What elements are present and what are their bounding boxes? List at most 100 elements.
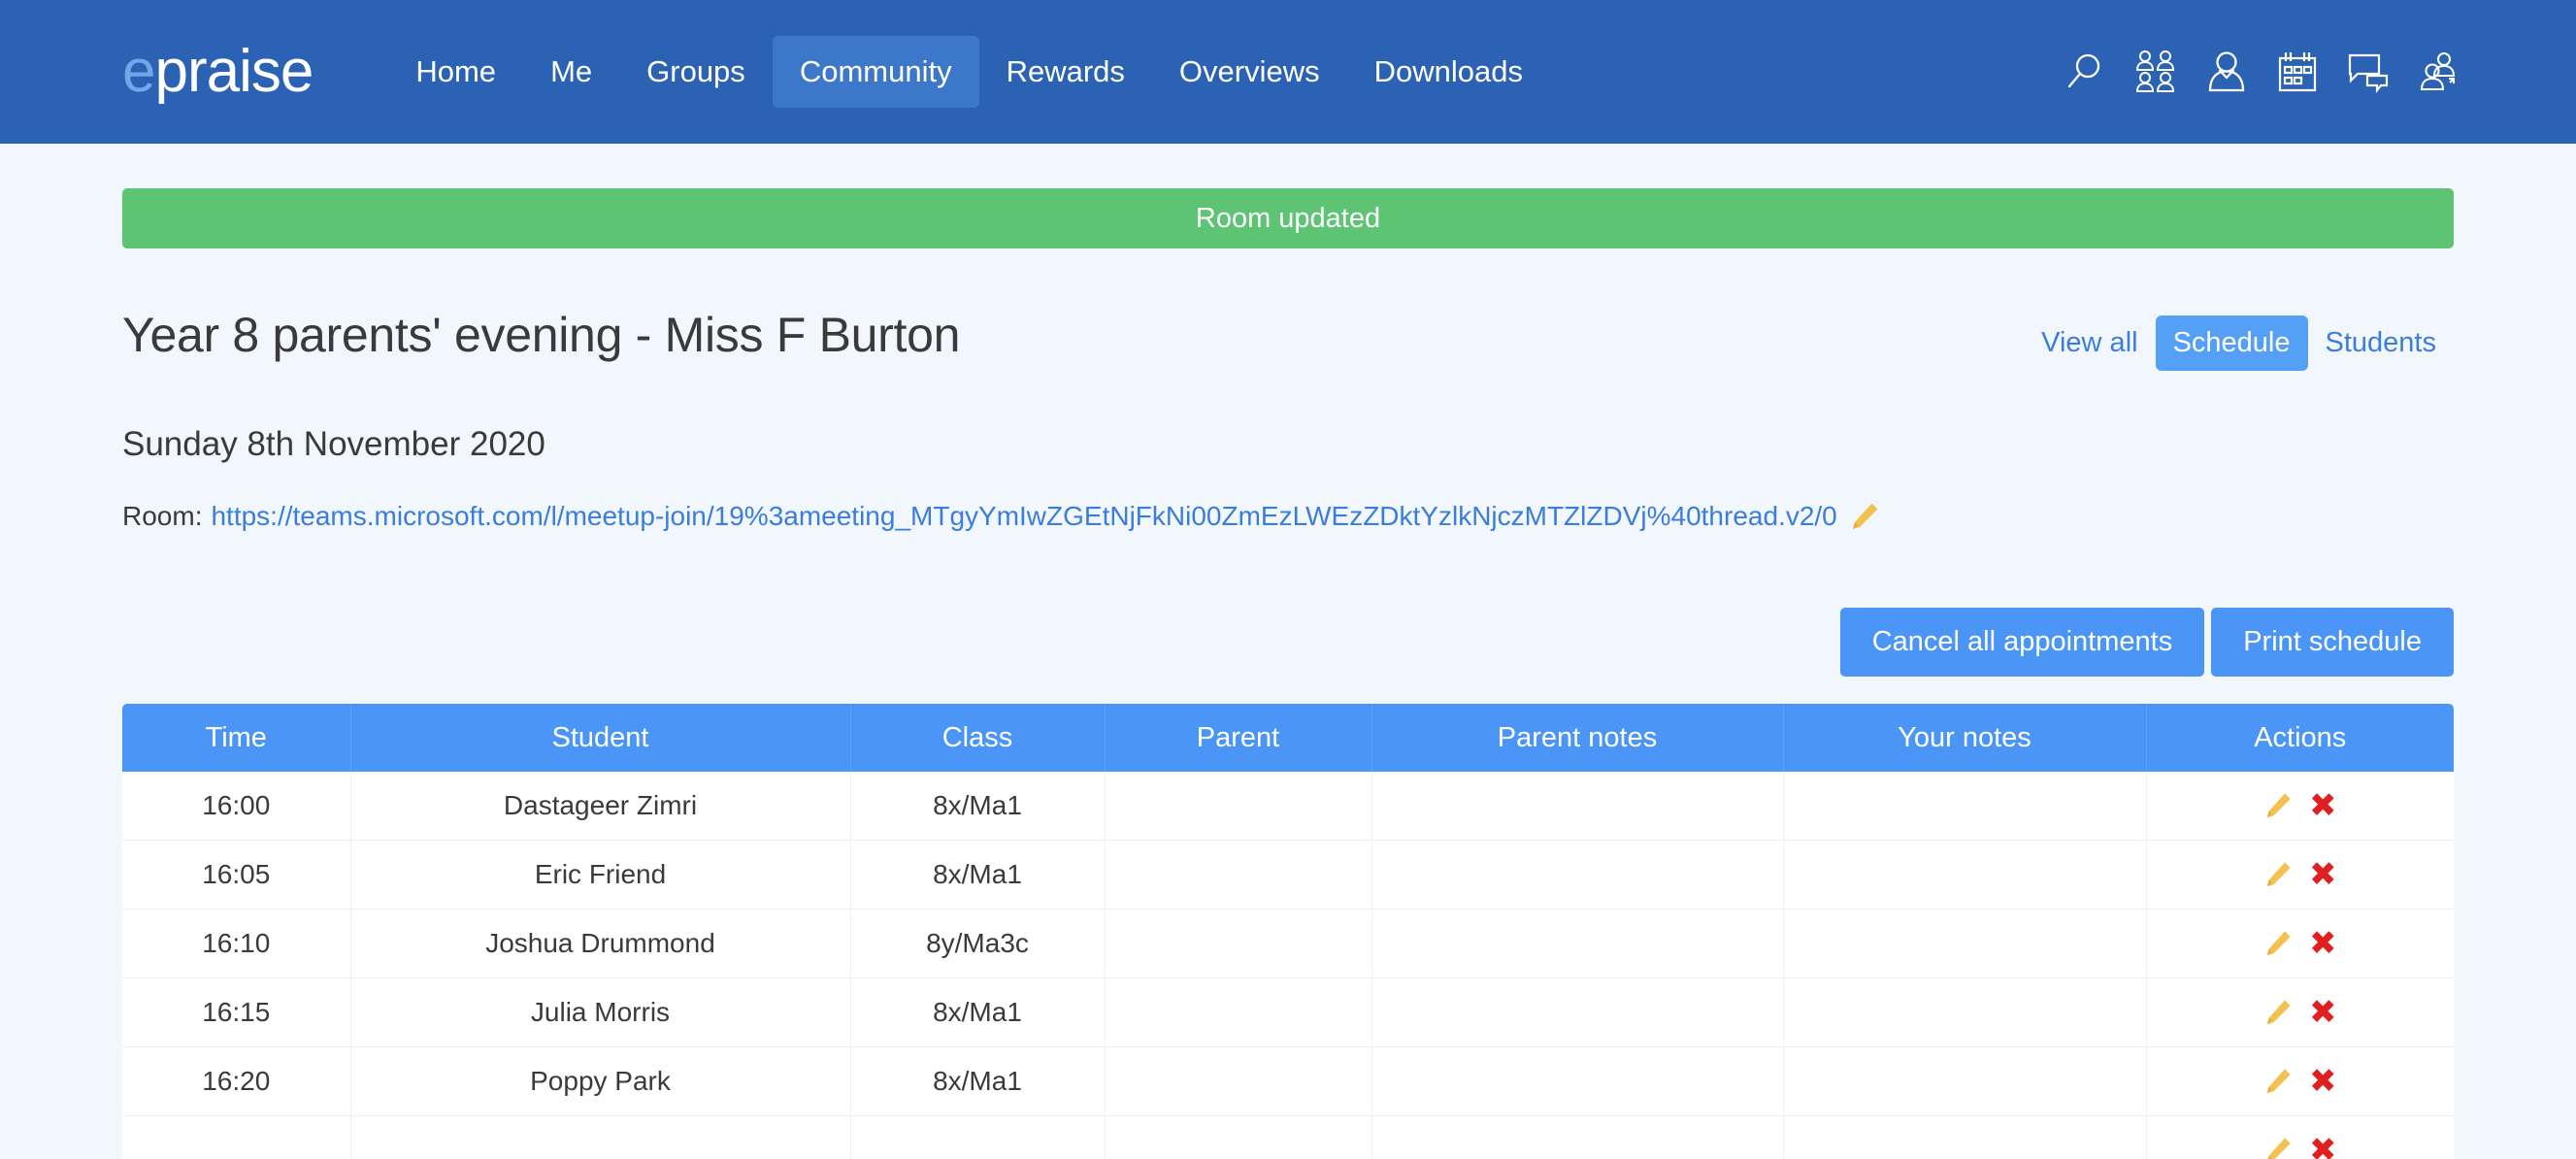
row-actions: ✖ — [2147, 978, 2455, 1046]
schedule-toolbar: Cancel all appointments Print schedule — [122, 608, 2454, 677]
cell-parent — [1105, 772, 1372, 841]
cross-icon[interactable]: ✖ — [2309, 858, 2337, 891]
tab-view-all[interactable]: View all — [2024, 315, 2155, 371]
tab-students[interactable]: Students — [2308, 315, 2454, 371]
cell-parent-notes — [1371, 772, 1784, 841]
table-row: 16:10 Joshua Drummond 8y/Ma3c ✖ — [122, 909, 2454, 978]
cell-actions: ✖ — [2146, 840, 2455, 910]
schedule-table-body: 16:00 Dastageer Zimri 8x/Ma1 ✖ 16:05 Eri… — [122, 772, 2454, 1159]
column-header-parent[interactable]: Parent — [1105, 704, 1372, 772]
cell-student: Poppy Park — [350, 1046, 851, 1116]
cell-actions: ✖ — [2146, 772, 2454, 841]
tab-schedule[interactable]: Schedule — [2155, 315, 2308, 371]
cross-icon[interactable]: ✖ — [2309, 1065, 2337, 1098]
calendar-icon[interactable] — [2275, 50, 2320, 94]
logo-text: praise — [154, 38, 314, 105]
epraise-logo[interactable]: epraise — [122, 42, 314, 102]
pencil-icon[interactable] — [2263, 929, 2293, 958]
switch-user-icon[interactable] — [2417, 50, 2461, 94]
cell-parent — [1105, 1046, 1372, 1116]
chat-bubbles-icon[interactable] — [2346, 50, 2391, 94]
event-date: Sunday 8th November 2020 — [122, 425, 545, 463]
pencil-icon[interactable] — [2263, 1067, 2293, 1096]
person-icon[interactable] — [2204, 50, 2249, 94]
cell-class: 8x/Ma1 — [850, 772, 1106, 841]
cell-parent — [1105, 977, 1372, 1047]
logo-accent-letter: e — [122, 38, 155, 105]
table-header-row: Time Student Class Parent Parent notes Y… — [122, 704, 2454, 772]
status-banner: Room updated — [122, 188, 2454, 248]
column-header-class[interactable]: Class — [850, 704, 1106, 772]
cell-your-notes — [1783, 1115, 2147, 1159]
table-row: 16:15 Julia Morris 8x/Ma1 ✖ — [122, 977, 2455, 1047]
cell-parent — [1105, 1115, 1372, 1159]
nav-item-home[interactable]: Home — [388, 36, 523, 108]
nav-item-downloads[interactable]: Downloads — [1347, 36, 1550, 108]
nav-item-groups[interactable]: Groups — [619, 36, 773, 108]
print-schedule-button[interactable]: Print schedule — [2211, 608, 2454, 677]
cell-time: 16:20 — [122, 1046, 351, 1116]
cell-student: Dastageer Zimri — [350, 772, 851, 841]
cell-your-notes — [1783, 909, 2147, 978]
cross-icon[interactable]: ✖ — [2309, 996, 2337, 1029]
view-tab-group: View all Schedule Students — [2024, 315, 2454, 371]
cell-class: 8x/Ma1 — [850, 977, 1106, 1047]
cell-student: Eric Friend — [350, 840, 851, 910]
cross-icon[interactable]: ✖ — [2309, 789, 2337, 822]
row-actions: ✖ — [2147, 1116, 2455, 1159]
cell-time: 16:05 — [122, 840, 351, 910]
main-navigation: Home Me Groups Community Rewards Overvie… — [388, 36, 1550, 108]
pencil-icon[interactable] — [2263, 998, 2293, 1027]
cell-time — [122, 1115, 351, 1159]
nav-item-overviews[interactable]: Overviews — [1152, 36, 1347, 108]
row-actions: ✖ — [2147, 841, 2455, 909]
cell-parent — [1105, 840, 1372, 910]
cross-icon[interactable]: ✖ — [2309, 1134, 2337, 1159]
schedule-table: Time Student Class Parent Parent notes Y… — [122, 704, 2454, 1159]
page-header-row: Year 8 parents' evening - Miss F Burton … — [122, 307, 2454, 371]
pencil-icon[interactable] — [2263, 860, 2293, 889]
column-header-time[interactable]: Time — [122, 704, 351, 772]
cell-time: 16:00 — [122, 772, 351, 841]
cell-actions: ✖ — [2146, 909, 2454, 978]
cell-parent-notes — [1371, 909, 1784, 978]
room-label: Room: — [122, 501, 203, 531]
schedule-table-header: Time Student Class Parent Parent notes Y… — [122, 704, 2454, 772]
page-content: Room updated Year 8 parents' evening - M… — [0, 188, 2576, 1159]
pencil-icon[interactable] — [2263, 1136, 2293, 1159]
column-header-actions[interactable]: Actions — [2146, 704, 2454, 772]
row-actions: ✖ — [2147, 772, 2455, 840]
cell-class: 8x/Ma1 — [850, 840, 1106, 910]
page-title: Year 8 parents' evening - Miss F Burton — [122, 308, 961, 362]
table-row: 16:00 Dastageer Zimri 8x/Ma1 ✖ — [122, 772, 2454, 841]
table-row: ✖ — [122, 1115, 2455, 1159]
cell-student — [350, 1115, 851, 1159]
nav-item-community[interactable]: Community — [772, 36, 979, 108]
status-banner-message: Room updated — [1195, 202, 1381, 234]
cell-actions: ✖ — [2146, 977, 2455, 1047]
row-actions: ✖ — [2147, 1047, 2455, 1115]
column-header-parent-notes[interactable]: Parent notes — [1371, 704, 1784, 772]
nav-item-me[interactable]: Me — [523, 36, 619, 108]
column-header-your-notes[interactable]: Your notes — [1783, 704, 2147, 772]
table-row: 16:05 Eric Friend 8x/Ma1 ✖ — [122, 840, 2455, 910]
search-icon[interactable] — [2063, 50, 2107, 94]
group-of-people-icon[interactable] — [2133, 50, 2178, 94]
cancel-all-appointments-button[interactable]: Cancel all appointments — [1839, 608, 2205, 677]
cell-time: 16:15 — [122, 977, 351, 1047]
cell-your-notes — [1783, 840, 2147, 910]
cell-class: 8x/Ma1 — [850, 1046, 1106, 1116]
cross-icon[interactable]: ✖ — [2309, 927, 2337, 960]
nav-item-rewards[interactable]: Rewards — [979, 36, 1152, 108]
cell-class — [850, 1115, 1106, 1159]
room-url-link[interactable]: https://teams.microsoft.com/l/meetup-joi… — [211, 501, 1836, 532]
pencil-icon[interactable] — [2263, 791, 2293, 820]
navbar-icon-group — [2063, 50, 2461, 94]
column-header-student[interactable]: Student — [350, 704, 851, 772]
room-row: Room: https://teams.microsoft.com/l/meet… — [122, 501, 2454, 532]
cell-your-notes — [1783, 977, 2147, 1047]
cell-parent-notes — [1371, 1046, 1784, 1116]
pencil-icon[interactable] — [1849, 501, 1880, 532]
cell-parent-notes — [1371, 840, 1784, 910]
cell-parent-notes — [1371, 977, 1784, 1047]
